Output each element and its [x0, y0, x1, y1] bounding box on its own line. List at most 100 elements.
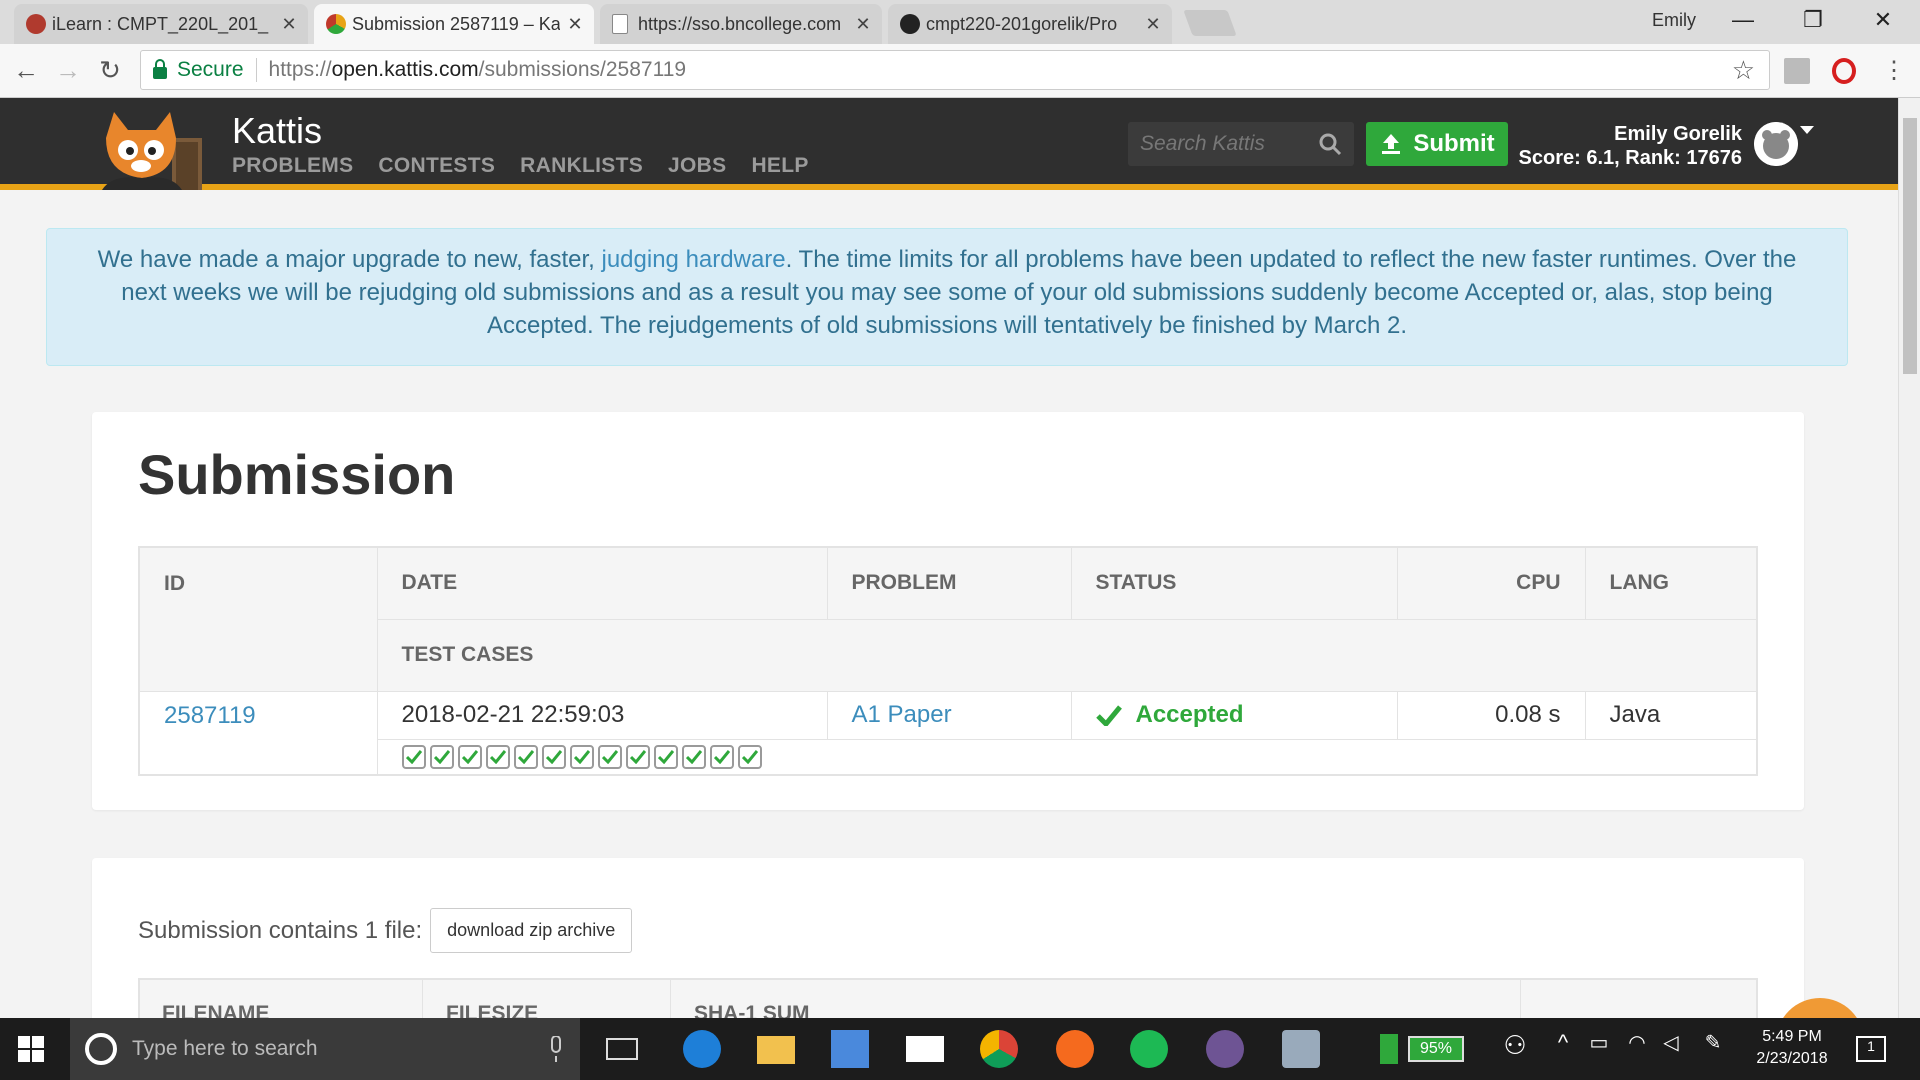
close-window-icon[interactable]: ✕: [1848, 0, 1918, 40]
close-tab-icon[interactable]: ✕: [566, 14, 584, 35]
taskbar-search-placeholder: Type here to search: [132, 1037, 318, 1060]
menu-problems[interactable]: PROBLEMS: [232, 154, 353, 178]
notifications-icon[interactable]: 1: [1856, 1036, 1886, 1062]
test-case-passed-icon[interactable]: [569, 744, 594, 769]
clock-date: 2/23/2018: [1756, 1050, 1828, 1067]
profile-name[interactable]: Emily: [1652, 10, 1696, 31]
back-arrow-icon[interactable]: ←: [8, 52, 44, 88]
test-case-passed-icon[interactable]: [513, 744, 538, 769]
test-case-passed-icon[interactable]: [737, 744, 762, 769]
chevron-up-icon[interactable]: ^: [1544, 1030, 1582, 1068]
task-view-icon[interactable]: [606, 1038, 638, 1060]
app-icon[interactable]: [1282, 1030, 1320, 1068]
user-score: Score: 6.1, Rank: 17676: [1518, 147, 1742, 169]
search-input[interactable]: Search Kattis: [1128, 122, 1354, 166]
col-cpu: CPU: [1396, 546, 1586, 620]
reload-icon[interactable]: ↻: [92, 52, 128, 88]
spotify-icon[interactable]: [1130, 1030, 1168, 1068]
github-desktop-icon[interactable]: [1206, 1030, 1244, 1068]
volume-icon[interactable]: ◁: [1652, 1030, 1690, 1068]
test-case-passed-icon[interactable]: [457, 744, 482, 769]
upgrade-alert: We have made a major upgrade to new, fas…: [46, 228, 1848, 366]
tab-ilearn[interactable]: iLearn : CMPT_220L_201_ ✕: [14, 4, 308, 44]
windows-start-icon[interactable]: [18, 1036, 44, 1062]
col-problem: PROBLEM: [826, 546, 1072, 620]
chrome-icon[interactable]: [980, 1030, 1018, 1068]
power-icon[interactable]: ▭: [1580, 1030, 1618, 1068]
files-table: FILENAME FILESIZE SHA-1 SUM: [138, 978, 1758, 1018]
minimize-icon[interactable]: —: [1708, 0, 1778, 40]
notification-count: 1: [1867, 1038, 1875, 1054]
download-zip-button[interactable]: download zip archive: [430, 908, 633, 953]
file-explorer-icon[interactable]: [757, 1036, 795, 1064]
submission-panel: Submission ID DATE PROBLEM STATUS CPU LA…: [92, 412, 1804, 810]
new-tab-button[interactable]: [1183, 10, 1237, 36]
edge-icon[interactable]: [683, 1030, 721, 1068]
address-bar[interactable]: Secure https:// open.kattis.com /submiss…: [140, 50, 1770, 90]
submission-id-link[interactable]: 2587119: [164, 702, 256, 729]
secure-label: Secure: [177, 58, 257, 82]
tab-sso[interactable]: https://sso.bncollege.com ✕: [600, 4, 882, 44]
system-clock[interactable]: 5:49 PM 2/23/2018: [1742, 1026, 1842, 1070]
tab-title: cmpt220-201gorelik/Pro: [926, 13, 1118, 34]
status-text: Accepted: [1135, 701, 1244, 728]
user-info[interactable]: Emily Gorelik Score: 6.1, Rank: 17676: [1500, 122, 1742, 170]
wifi-icon[interactable]: ◠: [1618, 1030, 1656, 1068]
menu-help[interactable]: HELP: [751, 154, 808, 178]
menu-ranklists[interactable]: RANKLISTS: [520, 154, 643, 178]
forward-arrow-icon[interactable]: →: [50, 52, 86, 88]
close-tab-icon[interactable]: ✕: [280, 14, 298, 35]
store-icon[interactable]: [831, 1030, 869, 1068]
search-placeholder: Search Kattis: [1140, 132, 1265, 155]
test-case-passed-icon[interactable]: [429, 744, 454, 769]
taskbar-search-input[interactable]: Type here to search: [70, 1018, 580, 1080]
submission-date: 2018-02-21 22:59:03: [376, 690, 828, 740]
security-shield-icon[interactable]: [1380, 1034, 1398, 1064]
test-case-passed-icon[interactable]: [709, 744, 734, 769]
test-case-passed-icon[interactable]: [541, 744, 566, 769]
bookmark-star-icon[interactable]: ☆: [1732, 55, 1755, 86]
table-row: 2587119 2018-02-21 22:59:03 A1 Paper Acc…: [138, 690, 1758, 776]
submit-button[interactable]: Submit: [1366, 122, 1508, 166]
files-summary: Submission contains 1 file:: [138, 916, 423, 944]
menu-jobs[interactable]: JOBS: [668, 154, 726, 178]
restore-icon[interactable]: ❐: [1778, 0, 1848, 40]
extension-icon[interactable]: [1784, 58, 1810, 84]
col-date: DATE: [376, 546, 828, 620]
test-case-passed-icon[interactable]: [625, 744, 650, 769]
lock-icon: [153, 59, 167, 79]
opera-icon[interactable]: [1832, 58, 1856, 84]
people-icon[interactable]: ⚇: [1496, 1030, 1534, 1068]
tab-github[interactable]: cmpt220-201gorelik/Pro ✕: [888, 4, 1172, 44]
tab-title: https://sso.bncollege.com: [638, 13, 842, 34]
scrollbar-thumb[interactable]: [1903, 118, 1917, 374]
chevron-down-icon[interactable]: [1800, 126, 1814, 134]
kattis-cat-logo[interactable]: [92, 108, 214, 190]
test-case-passed-icon[interactable]: [681, 744, 706, 769]
document-icon: [612, 14, 628, 34]
test-case-list: [401, 740, 1733, 774]
test-case-passed-icon[interactable]: [653, 744, 678, 769]
judging-hardware-link[interactable]: judging hardware: [602, 246, 786, 273]
pen-icon[interactable]: ✎: [1694, 1030, 1732, 1068]
problem-link[interactable]: A1 Paper: [852, 701, 952, 728]
tab-submission[interactable]: Submission 2587119 – Ka ✕: [314, 4, 594, 44]
cortana-icon: [85, 1033, 117, 1065]
search-icon[interactable]: [1318, 132, 1342, 156]
menu-contests[interactable]: CONTESTS: [378, 154, 495, 178]
test-case-passed-icon[interactable]: [401, 744, 426, 769]
close-tab-icon[interactable]: ✕: [1144, 14, 1162, 35]
browser-menu-icon[interactable]: ⋮: [1876, 52, 1912, 88]
page-scrollbar[interactable]: [1898, 98, 1920, 1018]
origin-icon[interactable]: [1056, 1030, 1094, 1068]
avatar[interactable]: [1754, 122, 1798, 166]
microphone-icon[interactable]: [548, 1036, 564, 1062]
battery-indicator[interactable]: 95%: [1408, 1036, 1464, 1062]
test-case-passed-icon[interactable]: [485, 744, 510, 769]
close-tab-icon[interactable]: ✕: [854, 14, 872, 35]
test-case-passed-icon[interactable]: [597, 744, 622, 769]
mail-icon[interactable]: [906, 1036, 944, 1062]
submission-table: ID DATE PROBLEM STATUS CPU LANG TEST CAS…: [138, 546, 1758, 776]
site-brand[interactable]: Kattis: [232, 110, 322, 152]
column-divider: [422, 980, 423, 1018]
